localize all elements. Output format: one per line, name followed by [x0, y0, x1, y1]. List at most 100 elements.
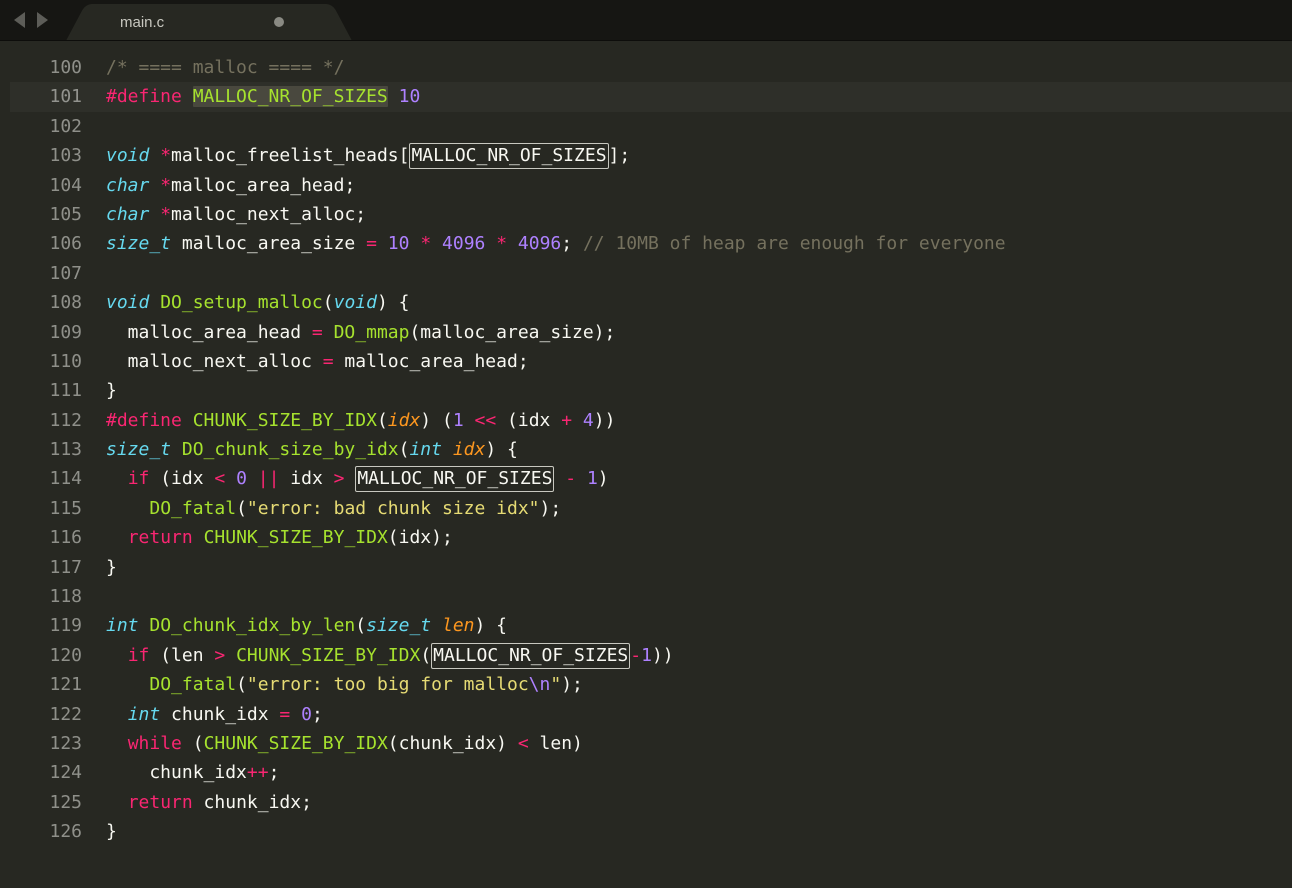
- code-line[interactable]: if (len > CHUNK_SIZE_BY_IDX(MALLOC_NR_OF…: [106, 641, 1292, 670]
- token: -: [565, 468, 576, 489]
- token: [149, 175, 160, 196]
- line-number: 108: [0, 288, 82, 317]
- token: (len: [149, 645, 214, 666]
- code-line[interactable]: void *malloc_freelist_heads[MALLOC_NR_OF…: [106, 141, 1292, 170]
- token: [106, 468, 128, 489]
- code-line[interactable]: malloc_area_head = DO_mmap(malloc_area_s…: [106, 318, 1292, 347]
- code-line[interactable]: DO_fatal("error: too big for malloc\n");: [106, 670, 1292, 699]
- code-line[interactable]: chunk_idx++;: [106, 758, 1292, 787]
- code-line[interactable]: [106, 259, 1292, 288]
- nav-forward-button[interactable]: [37, 12, 48, 28]
- token: chunk_idx: [106, 762, 247, 783]
- token: return: [128, 527, 193, 548]
- line-number: 122: [0, 700, 82, 729]
- nav-back-button[interactable]: [14, 12, 25, 28]
- tab-label: main.c: [120, 14, 164, 31]
- code-line[interactable]: size_t malloc_area_size = 10 * 4096 * 40…: [106, 229, 1292, 258]
- token: [106, 116, 117, 137]
- code-line[interactable]: if (idx < 0 || idx > MALLOC_NR_OF_SIZES …: [106, 464, 1292, 493]
- code-line[interactable]: }: [106, 553, 1292, 582]
- token: return: [128, 792, 193, 813]
- line-number: 102: [0, 112, 82, 141]
- token: if: [128, 468, 150, 489]
- code-line[interactable]: /* ==== malloc ==== */: [106, 53, 1292, 82]
- token: [442, 439, 453, 460]
- token: [572, 410, 583, 431]
- token: ;: [269, 762, 280, 783]
- token: >: [214, 645, 225, 666]
- token: malloc_next_alloc;: [171, 204, 366, 225]
- code-line[interactable]: size_t DO_chunk_size_by_idx(int idx) {: [106, 435, 1292, 464]
- token: ": [550, 674, 561, 695]
- dirty-indicator-icon: [274, 17, 284, 27]
- code-line[interactable]: #define CHUNK_SIZE_BY_IDX(idx) (1 << (id…: [106, 406, 1292, 435]
- code-line[interactable]: [106, 582, 1292, 611]
- code-line[interactable]: }: [106, 817, 1292, 846]
- token: malloc_area_head;: [171, 175, 355, 196]
- token: MALLOC_NR_OF_SIZES: [431, 643, 630, 669]
- code-line[interactable]: #define MALLOC_NR_OF_SIZES 10: [106, 82, 1292, 111]
- token: size_t: [106, 233, 171, 254]
- token: [106, 645, 128, 666]
- token: *: [420, 233, 431, 254]
- token: size_t: [106, 439, 171, 460]
- token: (malloc_area_size);: [409, 322, 615, 343]
- tab-main-c[interactable]: main.c: [94, 4, 324, 40]
- code-area[interactable]: /* ==== malloc ==== */#define MALLOC_NR_…: [92, 41, 1292, 888]
- token: int: [409, 439, 442, 460]
- token: MALLOC_NR_OF_SIZES: [193, 86, 388, 107]
- token: idx: [279, 468, 333, 489]
- token: =: [312, 322, 323, 343]
- token: malloc_area_head: [106, 322, 312, 343]
- token: ];: [609, 145, 631, 166]
- token: \n: [529, 674, 551, 695]
- token: 10: [388, 233, 410, 254]
- token: [106, 586, 117, 607]
- code-line[interactable]: void DO_setup_malloc(void) {: [106, 288, 1292, 317]
- token: "error: too big for malloc: [247, 674, 529, 695]
- token: [149, 204, 160, 225]
- token: [345, 468, 356, 489]
- token: *: [160, 175, 171, 196]
- token: [464, 410, 475, 431]
- token: [485, 233, 496, 254]
- token: *: [496, 233, 507, 254]
- token: ;: [312, 704, 323, 725]
- code-line[interactable]: while (CHUNK_SIZE_BY_IDX(chunk_idx) < le…: [106, 729, 1292, 758]
- code-line[interactable]: int DO_chunk_idx_by_len(size_t len) {: [106, 611, 1292, 640]
- code-line[interactable]: [106, 112, 1292, 141]
- token: "error: bad chunk size idx": [247, 498, 540, 519]
- token: +: [561, 410, 572, 431]
- code-line[interactable]: return chunk_idx;: [106, 788, 1292, 817]
- line-number: 116: [0, 523, 82, 552]
- code-line[interactable]: DO_fatal("error: bad chunk size idx");: [106, 494, 1292, 523]
- line-number: 110: [0, 347, 82, 376]
- token: (idx);: [388, 527, 453, 548]
- token: (: [355, 615, 366, 636]
- token: 4096: [442, 233, 485, 254]
- tab-bar: main.c: [64, 0, 1292, 40]
- token: [193, 527, 204, 548]
- token: ) (: [420, 410, 453, 431]
- token: 4: [583, 410, 594, 431]
- token: )): [594, 410, 616, 431]
- token: *: [160, 145, 171, 166]
- code-line[interactable]: char *malloc_area_head;: [106, 171, 1292, 200]
- token: [290, 704, 301, 725]
- code-line[interactable]: }: [106, 376, 1292, 405]
- line-number: 111: [0, 376, 82, 405]
- editor[interactable]: 1001011021031041051061071081091101111121…: [0, 41, 1292, 888]
- code-line[interactable]: char *malloc_next_alloc;: [106, 200, 1292, 229]
- token: // 10MB of heap are enough for everyone: [583, 233, 1006, 254]
- code-line[interactable]: int chunk_idx = 0;: [106, 700, 1292, 729]
- code-line[interactable]: malloc_next_alloc = malloc_area_head;: [106, 347, 1292, 376]
- code-line[interactable]: return CHUNK_SIZE_BY_IDX(idx);: [106, 523, 1292, 552]
- token: (: [182, 733, 204, 754]
- token: DO_chunk_idx_by_len: [149, 615, 355, 636]
- token: [576, 468, 587, 489]
- token: CHUNK_SIZE_BY_IDX: [193, 410, 377, 431]
- line-number: 125: [0, 788, 82, 817]
- token: [106, 263, 117, 284]
- token: )): [652, 645, 674, 666]
- token: DO_fatal: [149, 498, 236, 519]
